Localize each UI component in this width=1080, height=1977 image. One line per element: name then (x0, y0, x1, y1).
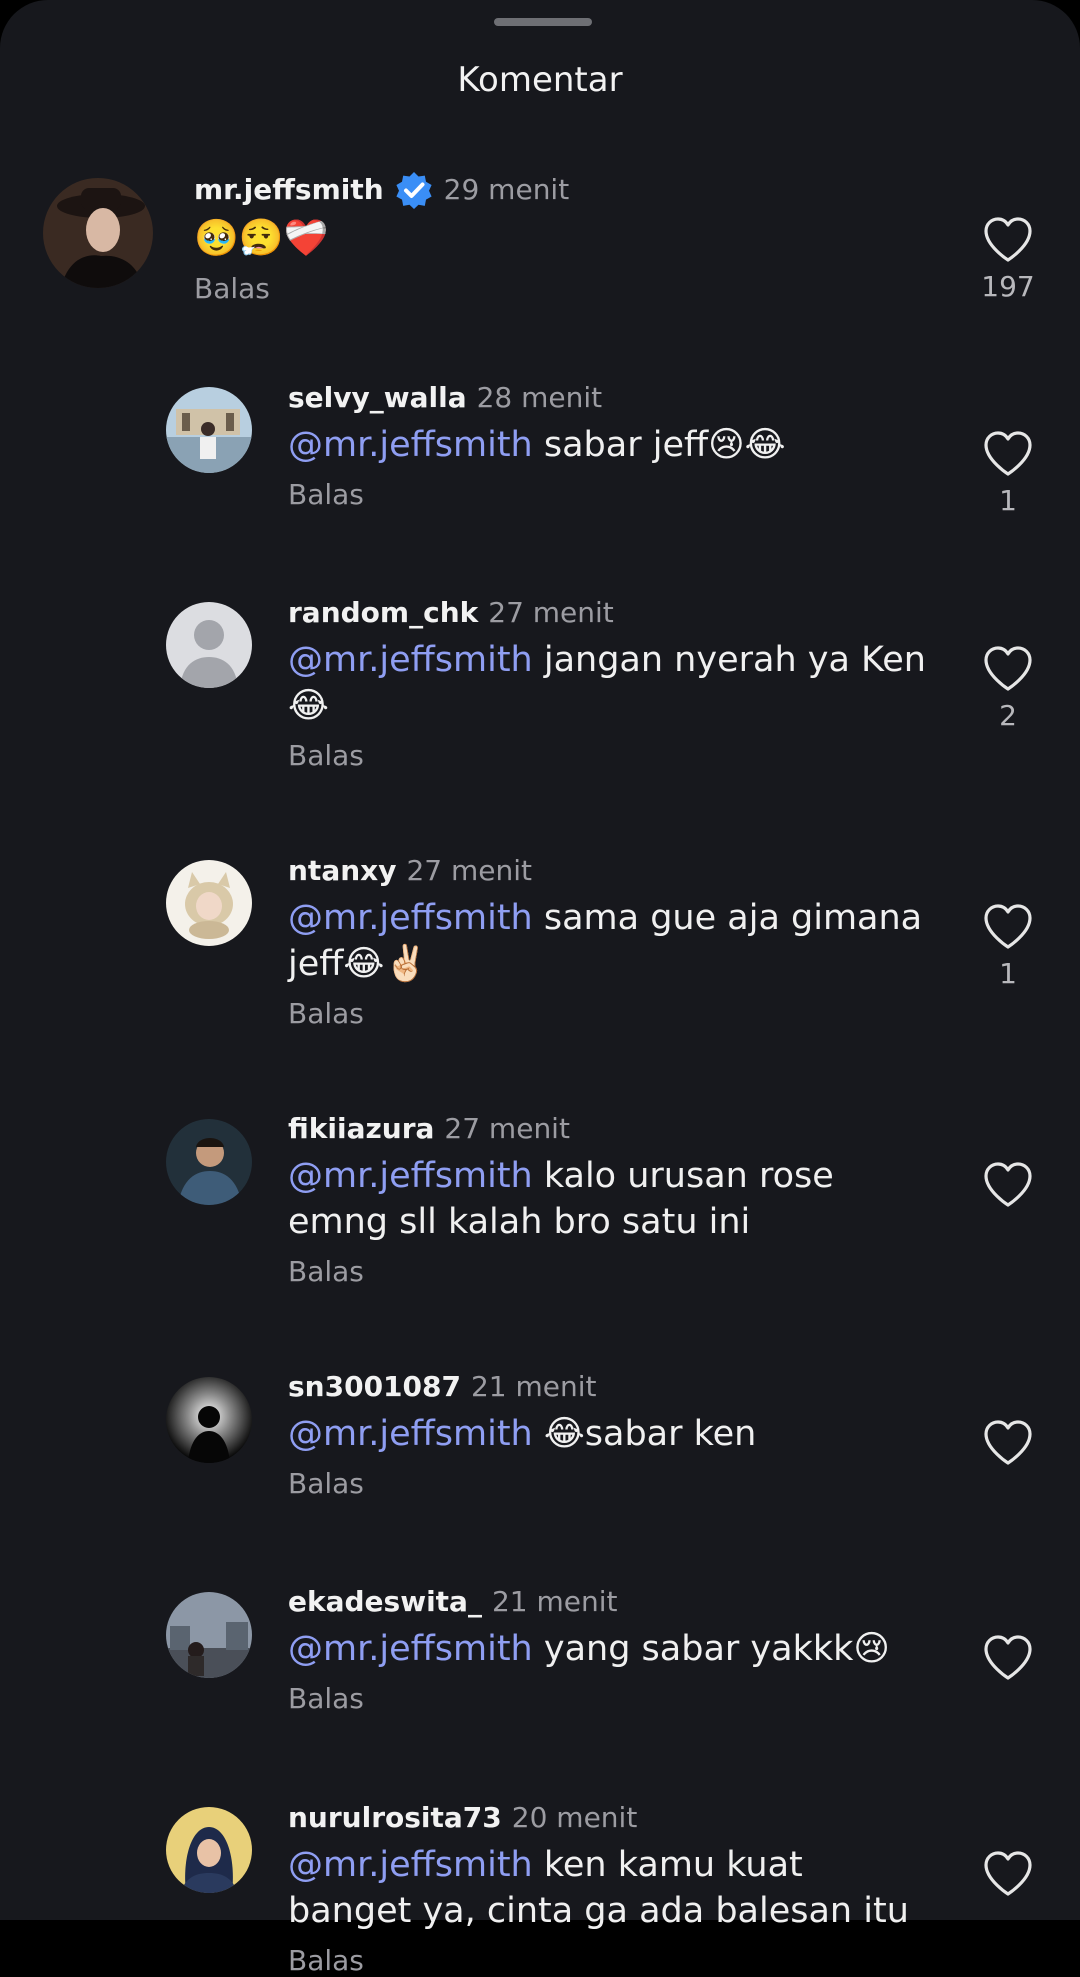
like-count: 1 (999, 484, 1017, 517)
comment-body: selvy_walla 28 menit @mr.jeffsmith sabar… (288, 380, 930, 511)
avatar[interactable] (166, 1807, 252, 1893)
drag-handle[interactable] (494, 18, 592, 26)
like-count: 197 (981, 270, 1035, 303)
reply-button[interactable]: Balas (288, 478, 930, 511)
reply-button[interactable]: Balas (288, 739, 930, 772)
mention-link[interactable]: @mr.jeffsmith (288, 425, 533, 465)
avatar[interactable] (166, 860, 252, 946)
heart-icon (984, 217, 1032, 262)
reply-button[interactable]: Balas (288, 1682, 930, 1715)
heart-icon (984, 431, 1032, 476)
comment-time: 20 menit (511, 1801, 638, 1834)
avatar[interactable] (166, 387, 252, 473)
reply-button[interactable]: Balas (194, 272, 930, 305)
comment-body: fikiiazura 27 menit @mr.jeffsmith kalo u… (288, 1111, 930, 1288)
comment-text: @mr.jeffsmith sabar jeff😢😂 (288, 422, 930, 468)
username[interactable]: sn3001087 (288, 1369, 461, 1405)
like-button[interactable] (972, 1419, 1044, 1467)
comment-time: 28 menit (476, 381, 603, 414)
comment-time: 29 menit (443, 173, 570, 206)
like-count: 1 (999, 957, 1017, 990)
comment-message: 🥹😮‍💨❤️‍🩹 (194, 218, 329, 259)
comment-text: @mr.jeffsmith sama gue aja gimana jeff😂✌… (288, 895, 930, 987)
reply-button[interactable]: Balas (288, 1944, 930, 1977)
heart-icon (984, 1162, 1032, 1207)
username[interactable]: nurulrosita73 (288, 1800, 502, 1836)
avatar[interactable] (43, 178, 153, 288)
heart-icon (984, 1420, 1032, 1465)
comment-text: @mr.jeffsmith 😂sabar ken (288, 1411, 930, 1457)
comment-body: random_chk 27 menit @mr.jeffsmith jangan… (288, 595, 930, 772)
username[interactable]: random_chk (288, 595, 478, 631)
username[interactable]: ekadeswita_ (288, 1584, 482, 1620)
heart-icon (984, 646, 1032, 691)
comment-message: 😂sabar ken (532, 1414, 757, 1454)
comment-body: sn3001087 21 menit @mr.jeffsmith 😂sabar … (288, 1369, 930, 1500)
like-button[interactable]: 197 (972, 216, 1044, 303)
like-count: 2 (999, 699, 1017, 732)
like-button[interactable]: 1 (972, 903, 1044, 990)
mention-link[interactable]: @mr.jeffsmith (288, 898, 533, 938)
comment-time: 21 menit (470, 1370, 597, 1403)
like-button[interactable] (972, 1161, 1044, 1209)
avatar-placeholder-icon[interactable] (166, 602, 252, 688)
username[interactable]: fikiiazura (288, 1111, 434, 1147)
like-button[interactable]: 2 (972, 645, 1044, 732)
comment-body: ekadeswita_ 21 menit @mr.jeffsmith yang … (288, 1584, 930, 1715)
sheet-title: Komentar (457, 60, 623, 100)
username[interactable]: ntanxy (288, 853, 396, 889)
heart-icon (984, 1851, 1032, 1896)
comment-time: 21 menit (491, 1585, 618, 1618)
comment-body: mr.jeffsmith 29 menit 🥹😮‍💨❤️‍🩹 Balas (194, 170, 930, 305)
verified-badge-icon (394, 170, 434, 210)
comment-time: 27 menit (406, 854, 533, 887)
comment-message: yang sabar yakkk😢 (532, 1629, 890, 1669)
comment-text: @mr.jeffsmith ken kamu kuat banget ya, c… (288, 1842, 930, 1934)
like-button[interactable] (972, 1634, 1044, 1682)
avatar[interactable] (166, 1377, 252, 1463)
comment-body: nurulrosita73 20 menit @mr.jeffsmith ken… (288, 1800, 930, 1977)
heart-icon (984, 1635, 1032, 1680)
avatar[interactable] (166, 1592, 252, 1678)
username[interactable]: mr.jeffsmith (194, 172, 384, 208)
comment-text: @mr.jeffsmith jangan nyerah ya Ken 😂 (288, 637, 930, 729)
comment-list[interactable]: mr.jeffsmith 29 menit 🥹😮‍💨❤️‍🩹 Balas (0, 170, 1080, 380)
comment-time: 27 menit (444, 1112, 570, 1145)
mention-link[interactable]: @mr.jeffsmith (288, 1845, 533, 1885)
reply-button[interactable]: Balas (288, 1255, 930, 1288)
reply-button[interactable]: Balas (288, 1467, 930, 1500)
comment-item: mr.jeffsmith 29 menit 🥹😮‍💨❤️‍🩹 Balas (0, 170, 1080, 380)
comment-time: 27 menit (488, 596, 614, 629)
username[interactable]: selvy_walla (288, 380, 467, 416)
comment-text: @mr.jeffsmith yang sabar yakkk😢 (288, 1626, 930, 1672)
comment-body: ntanxy 27 menit @mr.jeffsmith sama gue a… (288, 853, 930, 1030)
mention-link[interactable]: @mr.jeffsmith (288, 1414, 533, 1454)
comment-text: 🥹😮‍💨❤️‍🩹 (194, 216, 930, 262)
mention-link[interactable]: @mr.jeffsmith (288, 1156, 533, 1196)
mention-link[interactable]: @mr.jeffsmith (288, 640, 533, 680)
comment-message: sabar jeff😢😂 (532, 425, 786, 465)
heart-icon (984, 904, 1032, 949)
mention-link[interactable]: @mr.jeffsmith (288, 1629, 533, 1669)
reply-button[interactable]: Balas (288, 997, 930, 1030)
avatar[interactable] (166, 1119, 252, 1205)
like-button[interactable] (972, 1850, 1044, 1898)
comment-text: @mr.jeffsmith kalo urusan rose emng sll … (288, 1153, 930, 1245)
like-button[interactable]: 1 (972, 430, 1044, 517)
